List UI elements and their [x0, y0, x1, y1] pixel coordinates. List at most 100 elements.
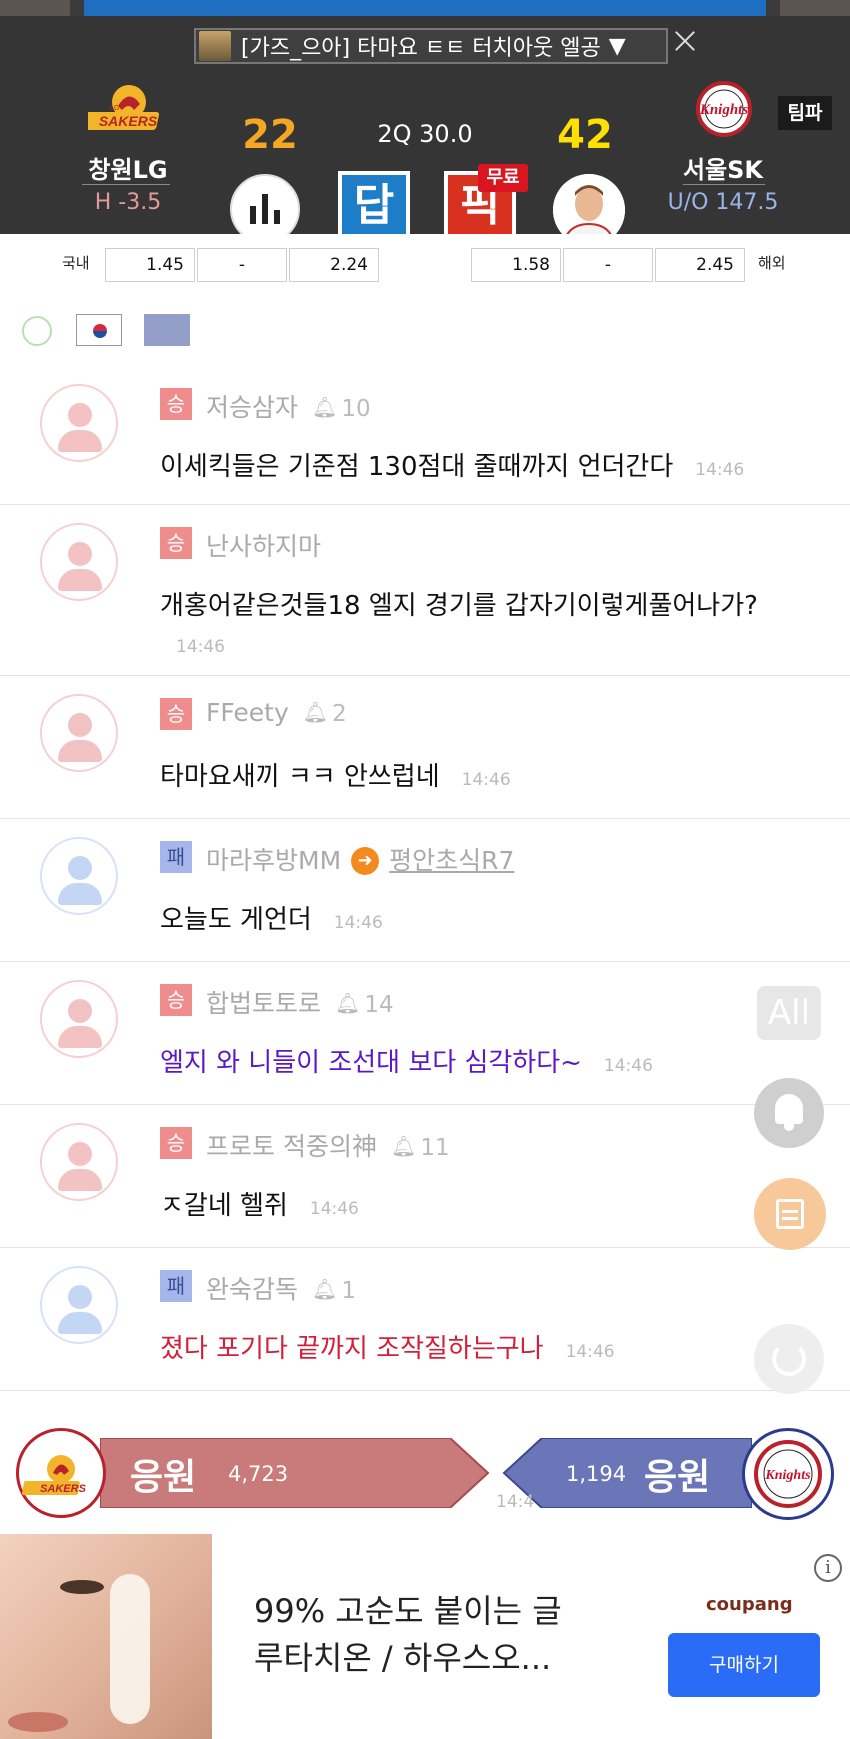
nickname[interactable]: 합법토토로 🔔︎ 14: [206, 984, 394, 1020]
sk-logo-text: Knights: [699, 102, 749, 118]
message-text: 개홍어같은것들18 엘지 경기를 갑자기이렇게풀어나가?: [160, 591, 758, 621]
overseas-home-odds[interactable]: 1.58: [471, 248, 561, 282]
close-icon[interactable]: [670, 26, 700, 56]
korea-flag-icon[interactable]: [76, 314, 122, 346]
bell-count: 14: [364, 992, 394, 1018]
australia-flag-icon[interactable]: [144, 314, 190, 346]
bell-count: 2: [332, 701, 347, 727]
user-avatar-icon[interactable]: [40, 1266, 118, 1344]
buy-button[interactable]: 구매하기: [668, 1633, 820, 1697]
team-pa-button[interactable]: 팀파: [778, 96, 832, 130]
domestic-away-odds[interactable]: 2.24: [289, 248, 379, 282]
away-support-button[interactable]: [502, 1438, 752, 1508]
chat-message[interactable]: 승 난사하지마 개홍어같은것들18 엘지 경기를 갑자기이렇게풀어나가? 14:…: [0, 505, 850, 676]
chat-message[interactable]: 패 마라후방MM ➜ 평안초식R7 오늘도 게언더 14:46: [0, 819, 850, 962]
user-avatar-icon[interactable]: [40, 1123, 118, 1201]
ticker-text: [가즈_으아] 타마요 ㅌㅌ 터치아웃 엘공: [241, 36, 601, 61]
list-view-button[interactable]: [754, 1178, 826, 1250]
home-handicap: H -3.5: [94, 190, 162, 215]
message-text: 졌다 포기다 끝까지 조작질하는구나 14:46: [160, 1334, 615, 1364]
away-team-logo: Knights: [742, 1428, 834, 1520]
home-score: 22: [242, 112, 298, 158]
result-badge: 승: [160, 698, 192, 730]
bell-count: 1: [341, 1278, 357, 1304]
overseas-away-odds[interactable]: 2.45: [655, 248, 745, 282]
nickname[interactable]: 완숙감독 🔔︎ 1: [206, 1270, 356, 1306]
app-root: [가즈_으아] 타마요 ㅌㅌ 터치아웃 엘공 ▼ SAKERS LG 창원LG …: [0, 0, 850, 1739]
odds-row: 국내 1.45 - 2.24 1.58 - 2.45 해외: [0, 234, 850, 286]
ad-banner[interactable]: 99% 고순도 붙이는 글 루타치온 / 하우스오... i coupang 구…: [0, 1534, 850, 1739]
partial-time: 14:4: [496, 1492, 535, 1512]
user-avatar-icon[interactable]: [40, 384, 118, 462]
away-support-label: 응원: [644, 1457, 711, 1498]
message-text: ㅈ갈네 헬쥐 14:46: [160, 1191, 359, 1221]
domestic-odds-label: 국내: [62, 254, 90, 272]
lg-logo-text: SAKERS: [99, 113, 158, 129]
coupang-logo: coupang: [706, 1594, 793, 1615]
video-strip[interactable]: [0, 0, 850, 16]
domestic-draw-odds[interactable]: -: [197, 248, 287, 282]
ticker-avatar: [199, 31, 231, 61]
message-text: 오늘도 게언더 14:46: [160, 905, 383, 935]
refresh-button[interactable]: [754, 1324, 824, 1394]
chat-message[interactable]: 승 합법토토로 🔔︎ 14 엘지 와 니들이 조선대 보다 심각하다~ 14:46: [0, 962, 850, 1105]
user-avatar-icon[interactable]: [40, 837, 118, 915]
ad-text[interactable]: 99% 고순도 붙이는 글 루타치온 / 하우스오...: [254, 1588, 614, 1682]
domestic-home-odds[interactable]: 1.45: [105, 248, 195, 282]
nickname[interactable]: FFeety 🔔︎ 2: [206, 698, 347, 727]
home-team-name[interactable]: 창원LG: [60, 150, 196, 185]
overseas-draw-odds[interactable]: -: [563, 248, 653, 282]
nickname[interactable]: 프로토 적중의神 🔔︎ 11: [206, 1127, 450, 1163]
list-icon: [776, 1199, 804, 1229]
bell-count: 10: [341, 396, 371, 422]
message-time: 14:46: [176, 637, 225, 657]
chat-message[interactable]: 패 완숙감독 🔔︎ 1 졌다 포기다 끝까지 조작질하는구나 14:46: [0, 1248, 850, 1391]
chat-ticker[interactable]: [가즈_으아] 타마요 ㅌㅌ 터치아웃 엘공 ▼: [194, 28, 668, 64]
answer-button[interactable]: 답: [338, 171, 410, 243]
bell-icon: 🔔︎: [390, 1134, 417, 1158]
result-badge: 승: [160, 1127, 192, 1159]
svg-text:SAKERS: SAKERS: [40, 1483, 87, 1495]
away-team-name[interactable]: 서울SK: [655, 150, 791, 185]
scoreboard-header: [가즈_으아] 타마요 ㅌㅌ 터치아웃 엘공 ▼ SAKERS LG 창원LG …: [0, 16, 850, 246]
lg-logo-small: LG: [110, 105, 119, 112]
svg-text:Knights: Knights: [764, 1468, 811, 1483]
support-bar: SAKERS 응원 4,723 1,194 응원 14:4 Knights: [0, 1424, 850, 1520]
reply-target[interactable]: 평안초식R7: [389, 846, 514, 875]
message-time: 14:46: [333, 913, 383, 933]
expand-arrow-icon[interactable]: ▼: [609, 34, 626, 59]
away-score: 42: [557, 112, 613, 158]
reply-arrow-icon: ➜: [351, 847, 380, 875]
message-text: 엘지 와 니들이 조선대 보다 심각하다~ 14:46: [160, 1048, 653, 1078]
chat-message[interactable]: 승 프로토 적중의神 🔔︎ 11 ㅈ갈네 헬쥐 14:46: [0, 1105, 850, 1248]
all-filter-button[interactable]: All: [757, 986, 821, 1040]
over-under-line: U/O 147.5: [667, 190, 779, 215]
home-support-count: 4,723: [228, 1462, 289, 1486]
message-time: 14:46: [461, 770, 511, 790]
chat-list: 승 저승삼자 🔔︎ 10 이세킥들은 기준점 130점대 줄때까지 언더간다 14:4…: [0, 366, 850, 1391]
notification-bell-button[interactable]: [754, 1078, 824, 1148]
result-badge: 패: [160, 1270, 192, 1302]
user-avatar-icon[interactable]: [40, 694, 118, 772]
info-icon[interactable]: i: [814, 1554, 842, 1582]
user-avatar-icon[interactable]: [40, 980, 118, 1058]
bell-count: 11: [420, 1135, 450, 1161]
message-text: 이세킥들은 기준점 130점대 줄때까지 언더간다 14:46: [160, 452, 745, 482]
chat-filter-flags: [0, 306, 850, 352]
result-badge: 승: [160, 527, 192, 559]
nickname[interactable]: 난사하지마: [206, 527, 321, 563]
home-team-logo: SAKERS: [16, 1428, 106, 1518]
user-avatar-icon[interactable]: [40, 523, 118, 601]
bell-icon: 🔔︎: [335, 991, 361, 1015]
chat-message[interactable]: 승 FFeety 🔔︎ 2 타마요새끼 ㅋㅋ 안쓰럽네 14:46: [0, 676, 850, 819]
home-support-label: 응원: [130, 1457, 197, 1498]
nickname[interactable]: 저승삼자 🔔︎ 10: [206, 388, 371, 424]
chat-message[interactable]: 승 저승삼자 🔔︎ 10 이세킥들은 기준점 130점대 줄때까지 언더간다 14:4…: [0, 366, 850, 505]
nickname[interactable]: 마라후방MM ➜ 평안초식R7: [206, 841, 514, 877]
message-time: 14:46: [309, 1199, 359, 1219]
overseas-odds-label: 해외: [758, 254, 786, 272]
ad-image[interactable]: [0, 1534, 212, 1739]
refresh-icon: [772, 1342, 806, 1376]
globe-icon[interactable]: [22, 316, 52, 346]
bell-icon: [775, 1094, 803, 1124]
